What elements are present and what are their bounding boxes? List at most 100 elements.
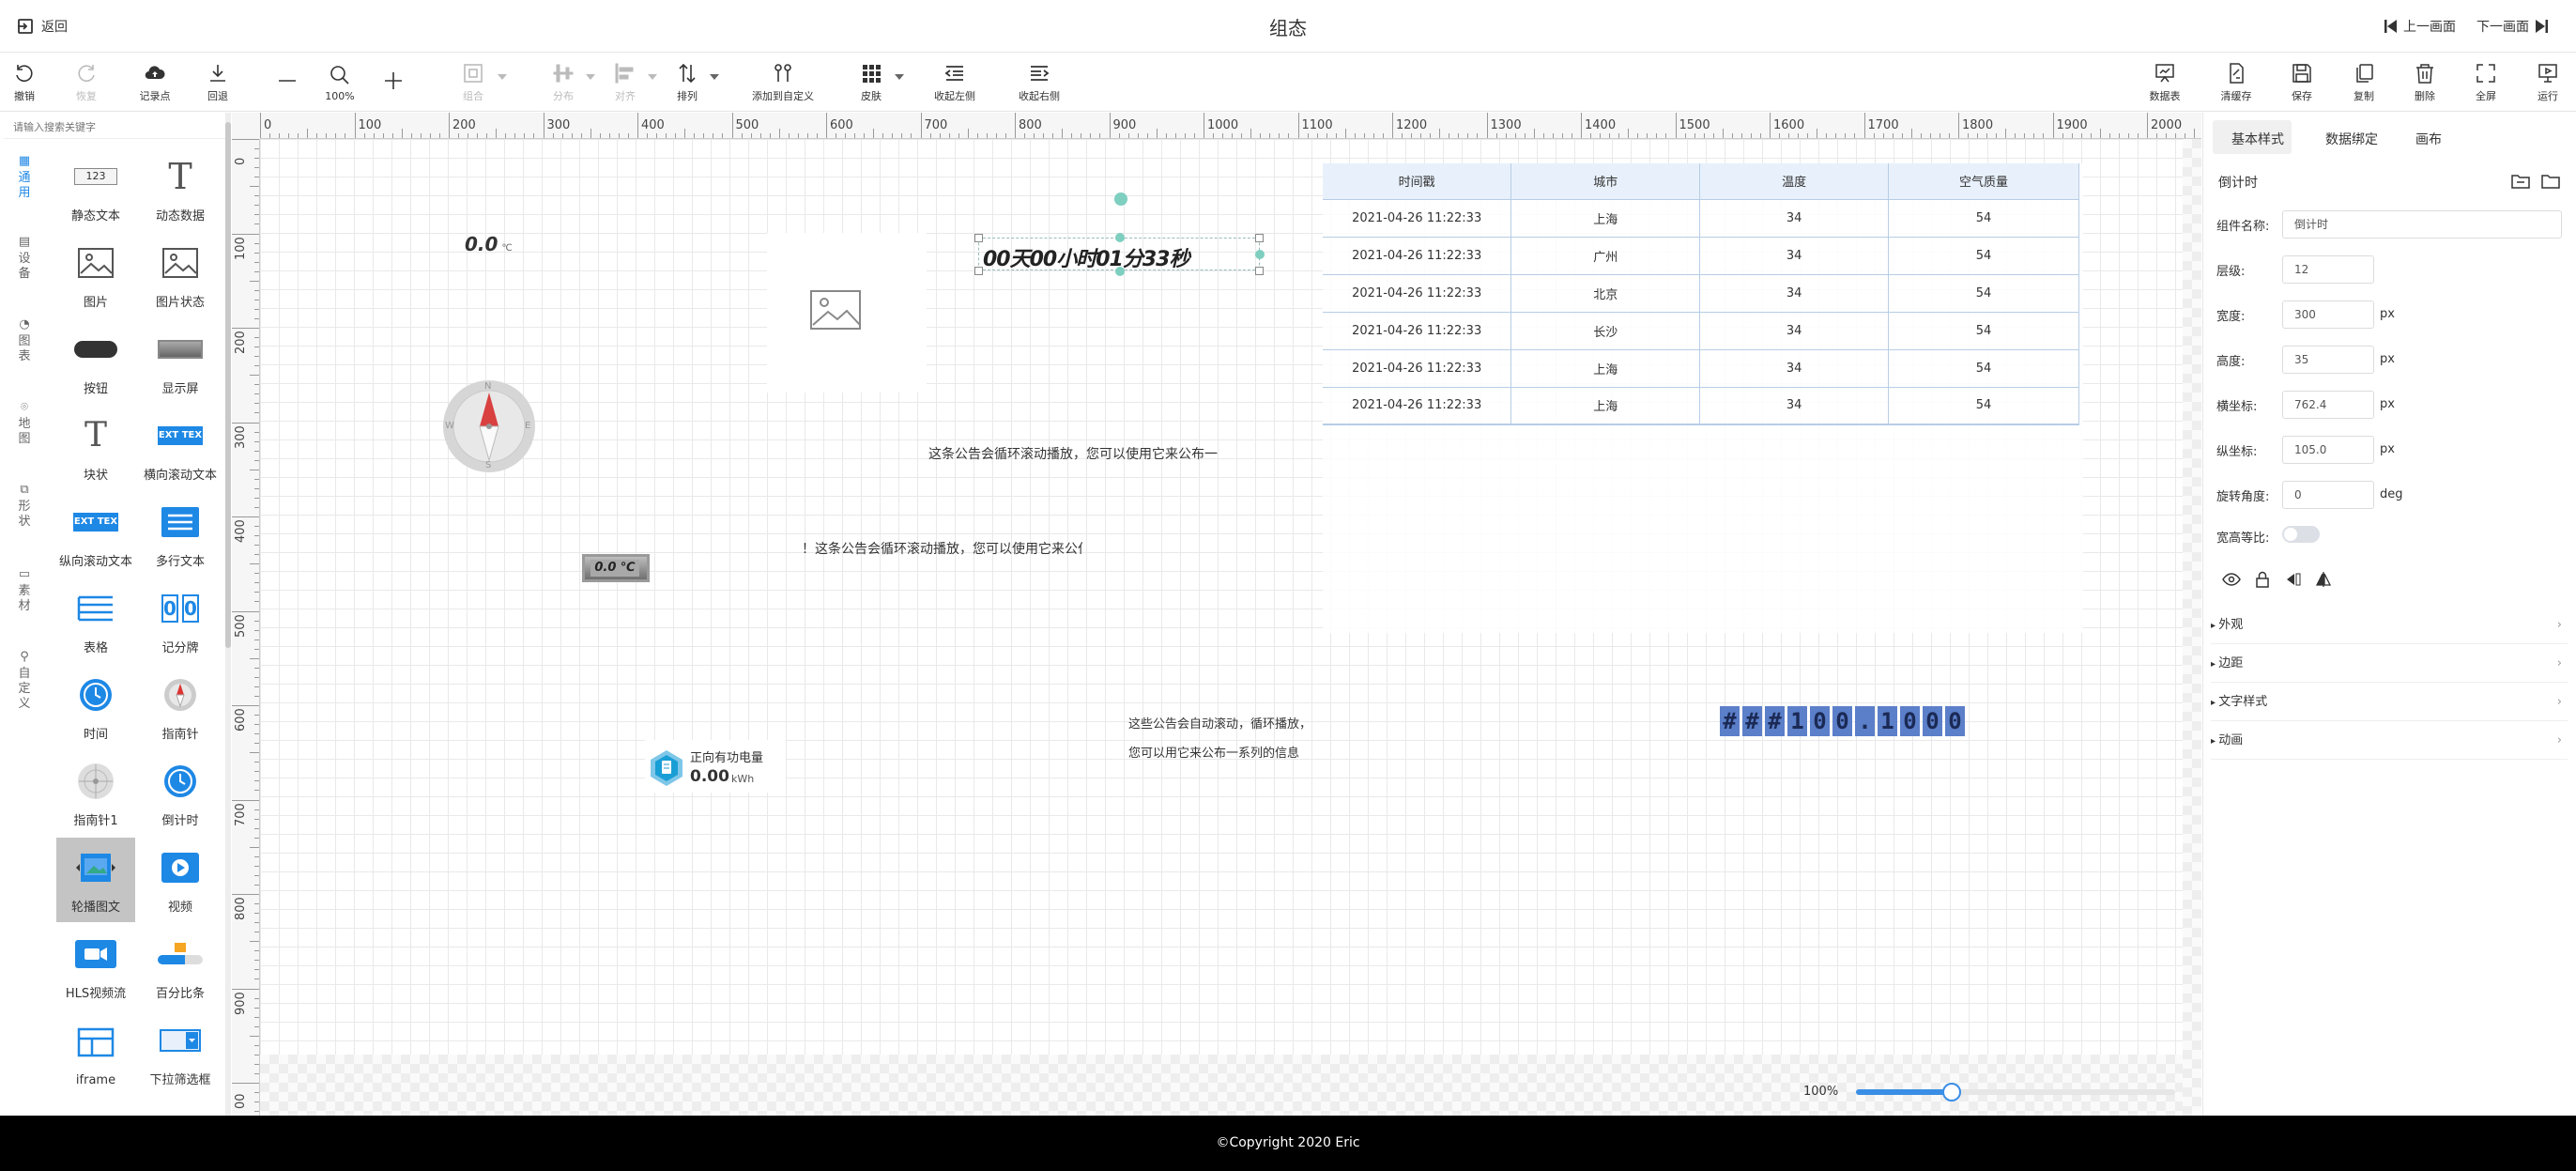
comp-video[interactable]: 视频 [139,838,222,922]
component-search-input[interactable] [4,116,225,139]
undo-button[interactable]: 撤销 [6,54,43,112]
distribute-dropdown-icon[interactable] [586,74,595,80]
flip-vertical-icon[interactable] [2316,571,2331,588]
record-point-button[interactable]: 记录点 [131,54,178,112]
flip-horizontal-icon[interactable] [2286,573,2301,586]
resize-handle-e[interactable] [1255,250,1265,259]
prev-screen-button[interactable]: 上一画面 [2384,17,2456,36]
comp-table[interactable]: 表格 [54,578,137,663]
zoom-reset-button[interactable]: 100% [321,54,359,112]
skin-button[interactable]: 皮肤 [854,54,888,112]
scoreboard-widget[interactable]: # # #1 0 0. 1 0 0 0 [1720,706,1965,736]
comp-display[interactable]: 显示屏 [139,319,222,404]
component-panel-scrollbar[interactable] [225,113,231,1116]
comp-image[interactable]: 图片 [54,233,137,317]
field-input[interactable]: 0 [2282,481,2374,509]
clear-cache-button[interactable]: 清缓存 [2216,54,2257,112]
comp-image-state[interactable]: 图片状态 [139,233,222,317]
back-button[interactable]: 返回 [17,17,68,36]
folder-icon[interactable] [2541,173,2560,190]
save-button[interactable]: 保存 [2283,54,2321,112]
aspect-ratio-toggle[interactable] [2282,526,2320,543]
tab-canvas[interactable]: 画布 [2415,130,2442,148]
image-widget[interactable] [767,233,927,393]
design-stage[interactable]: 0.0 ℃ 00天00小时01分33秒 N S E W 这条公告会循环滚动播放，… [260,139,2183,1055]
next-screen-button[interactable]: 下一画面 [2476,17,2548,36]
comp-carousel[interactable]: 轮播图文 [56,838,135,922]
rotate-handle[interactable] [1114,193,1127,206]
comp-dropdown-filter[interactable]: 下拉筛选框 [139,1010,222,1095]
comp-dynamic-data[interactable]: T 动态数据 [139,146,222,231]
zoom-slider[interactable] [1856,1083,2175,1102]
comp-hls-stream[interactable]: HLS视频流 [54,924,137,1009]
collapsible-section[interactable]: ▸ 文字样式 › [2211,684,2568,721]
h-scroll-notice[interactable]: 这条公告会循环滚动播放，您可以使用它来公布一 [928,444,1218,463]
display-screen-widget[interactable]: 0.0 ℃ [582,554,650,582]
energy-card-widget[interactable]: 正向有功电量 0.00 kWh [645,740,786,793]
v-scroll-notice[interactable]: ！这条公告会循环滚动播放，您可以使用它来公仆 [802,539,1083,558]
comp-iframe[interactable]: iframe [54,1010,137,1095]
arrange-dropdown-icon[interactable] [710,74,719,80]
resize-handle-nw[interactable] [974,234,983,242]
resize-handle-ne[interactable] [1255,234,1264,242]
field-input[interactable]: 300 [2282,300,2374,329]
comp-button[interactable]: 按钮 [54,319,137,404]
delete-button[interactable]: 删除 [2406,54,2444,112]
zoom-slider-knob[interactable] [1942,1083,1961,1102]
category-general[interactable]: ▦ 通用 [0,154,49,201]
compass-widget[interactable]: N S E W [442,379,536,473]
arrange-button[interactable]: 排列 [670,54,704,112]
category-chart[interactable]: ◔ 图表 [0,317,49,364]
dynamic-data-widget[interactable]: 0.0 ℃ [465,233,513,255]
resize-handle-n[interactable] [1115,233,1125,242]
resize-handle-s[interactable] [1115,267,1125,276]
align-button[interactable]: 对齐 [608,54,642,112]
data-table-button[interactable]: 数据表 [2144,54,2185,112]
comp-block[interactable]: T 块状 [54,406,137,490]
tab-data-binding[interactable]: 数据绑定 [2325,130,2378,148]
group-dropdown-icon[interactable] [498,74,507,80]
comp-compass[interactable]: 指南针 [139,665,222,749]
copy-button[interactable]: 复制 [2345,54,2383,112]
distribute-button[interactable]: 分布 [546,54,580,112]
collapse-right-button[interactable]: 收起右侧 [1014,54,1065,112]
align-dropdown-icon[interactable] [648,74,657,80]
skin-dropdown-icon[interactable] [895,74,904,80]
comp-compass-1[interactable]: 指南针1 [54,751,137,836]
resize-handle-sw[interactable] [974,267,983,275]
comp-v-scroll-text[interactable]: EXT TEX 纵向滚动文本 [54,492,137,577]
eye-icon[interactable] [2222,573,2241,586]
collapsible-section[interactable]: ▸ 边距 › [2211,645,2568,683]
run-button[interactable]: 运行 [2529,54,2567,112]
category-shape[interactable]: ⧉ 形状 [0,483,49,530]
add-custom-button[interactable]: 添加到自定义 [745,54,820,112]
comp-multiline-text[interactable]: 多行文本 [139,492,222,577]
field-input[interactable]: 762.4 [2282,391,2374,419]
redo-button[interactable]: 恢复 [68,54,105,112]
comp-countdown[interactable]: 倒计时 [139,751,222,836]
folder-open-icon[interactable] [2511,173,2530,190]
collapse-left-button[interactable]: 收起左侧 [929,54,980,112]
tab-basic-style[interactable]: 基本样式 [2231,130,2284,148]
collapsible-section[interactable]: ▸ 动画 › [2211,722,2568,760]
comp-static-text[interactable]: 123 静态文本 [54,146,137,231]
category-custom[interactable]: ⚲ 自定义 [0,650,49,712]
field-input[interactable]: 105.0 [2282,436,2374,464]
field-input[interactable]: 倒计时 [2282,210,2562,239]
rollback-button[interactable]: 回退 [199,54,237,112]
lock-icon[interactable] [2255,571,2270,588]
field-input[interactable]: 35 [2282,346,2374,374]
collapsible-section[interactable]: ▸ 外观 › [2211,607,2568,644]
category-material[interactable]: ▭ 素材 [0,567,49,614]
table-widget[interactable]: 时间戳 城市 温度 空气质量 2021-04-26 11:22:33 上海 34 54 202… [1323,163,2083,633]
comp-percent-bar[interactable]: 百分比条 [139,924,222,1009]
multiline-notice[interactable]: 这些公告会自动滚动，循环播放， 您可以用它来公布一系列的信息 [1128,710,1311,768]
resize-handle-se[interactable] [1255,267,1264,275]
countdown-widget[interactable]: 00天00小时01分33秒 [974,193,1265,276]
zoom-in-button[interactable] [376,54,410,112]
comp-time[interactable]: 时间 [54,665,137,749]
category-device[interactable]: ▤ 设备 [0,235,49,282]
comp-h-scroll-text[interactable]: EXT TEX 横向滚动文本 [139,406,222,490]
group-button[interactable]: 组合 [456,54,490,112]
field-input[interactable]: 12 [2282,255,2374,284]
